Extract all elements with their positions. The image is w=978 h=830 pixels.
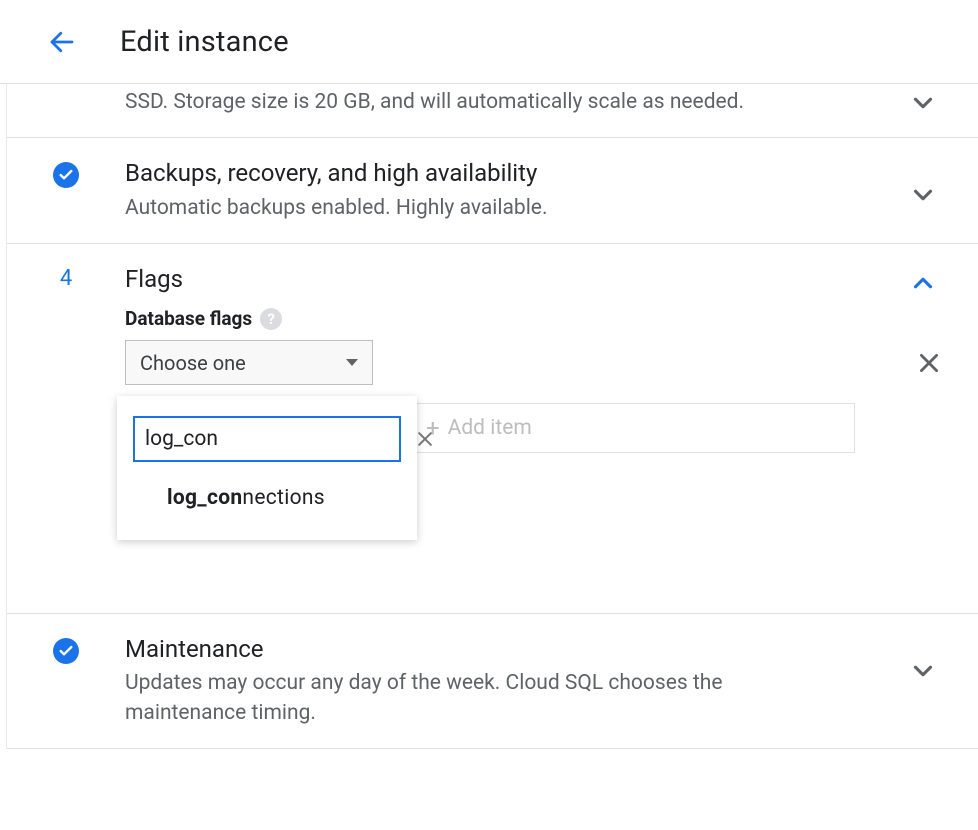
flag-select-placeholder: Choose one [140,351,246,375]
flags-title: Flags [125,264,958,295]
chevron-up-icon [908,268,938,298]
help-icon[interactable]: ? [260,308,282,330]
close-icon [415,429,435,449]
top-bar: Edit instance [0,0,978,84]
content-area: SSD. Storage size is 20 GB, and will aut… [6,84,978,749]
storage-subtitle: SSD. Storage size is 20 GB, and will aut… [125,88,805,117]
expand-backups[interactable] [908,180,938,210]
section-maintenance[interactable]: Maintenance Updates may occur any day of… [7,614,978,749]
chevron-down-icon [908,656,938,686]
expand-storage[interactable] [908,88,938,118]
remove-flag-button[interactable] [910,344,948,382]
section-backups[interactable]: Backups, recovery, and high availability… [7,138,978,244]
backups-title: Backups, recovery, and high availability [125,158,958,189]
add-item-label: Add item [448,416,532,440]
backups-subtitle: Automatic backups enabled. Highly availa… [125,194,805,223]
section-gutter [7,84,125,117]
flag-search-input[interactable] [145,427,413,451]
maintenance-subtitle: Updates may occur any day of the week. C… [125,669,805,728]
back-button[interactable] [34,14,90,70]
option-match: log_con [167,486,242,510]
collapse-flags[interactable] [908,268,938,298]
chevron-down-icon [908,180,938,210]
arrow-left-icon [47,27,77,57]
clear-search-button[interactable] [413,427,437,451]
option-rest: nections [242,486,325,510]
step-number: 4 [60,266,72,585]
chevron-down-icon [908,88,938,118]
check-icon [53,638,79,664]
page-title: Edit instance [120,25,289,59]
database-flags-label: Database flags [125,307,252,330]
flag-option-log-connections[interactable]: log_connections [133,462,401,518]
flag-dropdown: log_connections [117,396,417,540]
maintenance-title: Maintenance [125,634,958,665]
close-icon [916,350,942,376]
flag-select[interactable]: Choose one [125,340,373,385]
section-flags: 4 Flags Database flags ? Choose one [7,244,978,614]
dropdown-triangle-icon [346,359,358,366]
section-storage: SSD. Storage size is 20 GB, and will aut… [7,84,978,138]
flag-search-wrapper [133,416,401,462]
check-icon [53,162,79,188]
expand-maintenance[interactable] [908,656,938,686]
